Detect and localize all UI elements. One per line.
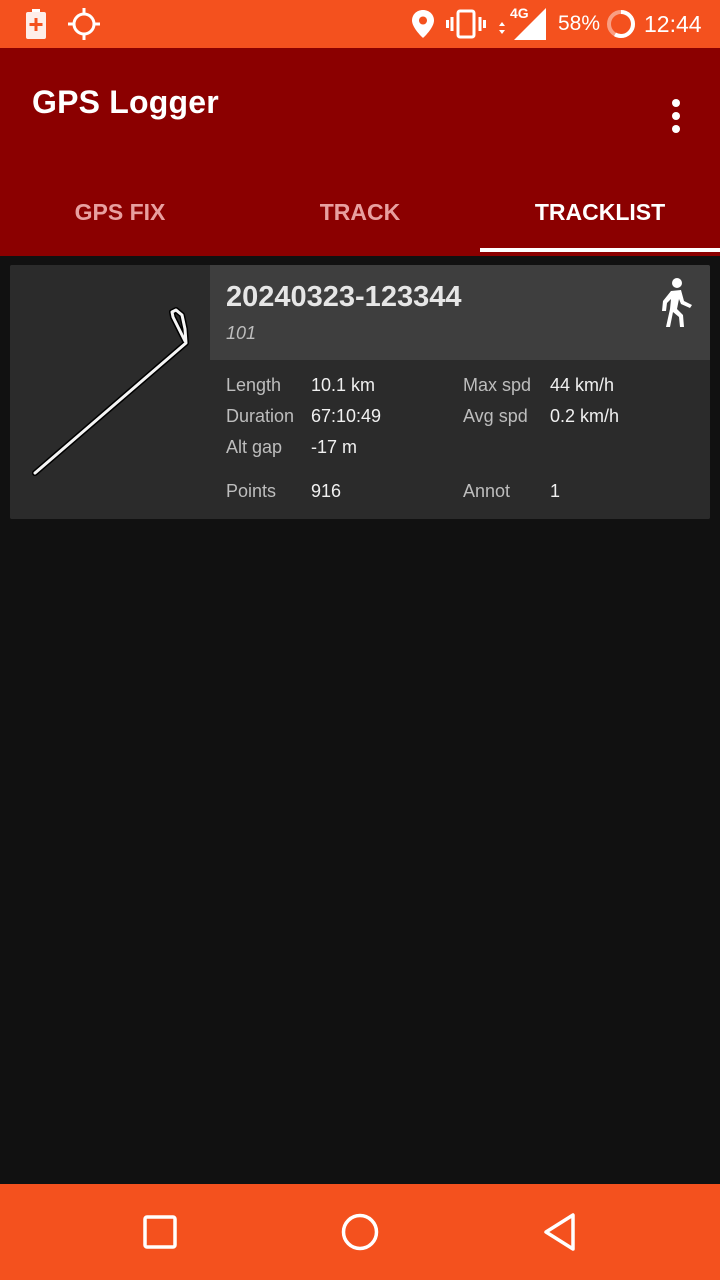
clock: 12:44 bbox=[644, 11, 702, 37]
length-label: Length bbox=[226, 375, 282, 395]
duration-value: 67:10:49 bbox=[311, 406, 382, 426]
annotations-label: Annot bbox=[463, 481, 511, 501]
avg-speed-value: 0.2 km/h bbox=[550, 406, 620, 426]
tab-gps-fix[interactable]: GPS FIX bbox=[0, 168, 240, 256]
battery-ring-icon bbox=[604, 0, 638, 48]
track-thumbnail bbox=[10, 265, 210, 519]
points-label: Points bbox=[226, 481, 277, 501]
gps-fix-icon bbox=[66, 0, 102, 48]
app-title: GPS Logger bbox=[32, 84, 219, 120]
navigation-bar bbox=[0, 1184, 720, 1280]
tab-tracklist[interactable]: TRACKLIST bbox=[480, 168, 720, 256]
track-description: 101 bbox=[226, 323, 257, 343]
length-value: 10.1 km bbox=[311, 375, 376, 395]
annotations-value: 1 bbox=[550, 481, 561, 501]
track-list-item[interactable]: 20240323-123344 101 Length 10.1 km Max s… bbox=[10, 265, 710, 519]
tab-track[interactable]: TRACK bbox=[240, 168, 480, 256]
back-triangle-icon[interactable] bbox=[500, 1184, 620, 1280]
more-vert-icon[interactable] bbox=[652, 84, 700, 148]
points-value: 916 bbox=[311, 481, 342, 501]
max-speed-value: 44 km/h bbox=[550, 375, 615, 395]
battery-percent: 58% bbox=[558, 12, 601, 35]
tab-bar: GPS FIX TRACK TRACKLIST bbox=[0, 168, 720, 256]
home-circle-icon[interactable] bbox=[300, 1184, 420, 1280]
recents-square-icon[interactable] bbox=[100, 1184, 220, 1280]
vibrate-icon bbox=[446, 0, 486, 48]
status-bar: 4G 58% 12:44 bbox=[0, 0, 720, 48]
walking-icon bbox=[650, 277, 698, 329]
network-4g-icon: 4G bbox=[494, 0, 548, 48]
track-name: 20240323-123344 bbox=[226, 281, 462, 313]
track-stats: Length 10.1 km Max spd 44 km/h Duration … bbox=[210, 360, 710, 519]
battery-saver-icon bbox=[22, 0, 50, 48]
network-type-label: 4G bbox=[510, 5, 529, 21]
max-speed-label: Max spd bbox=[463, 375, 532, 395]
active-tab-indicator bbox=[480, 248, 720, 252]
location-icon bbox=[408, 0, 438, 48]
duration-label: Duration bbox=[226, 406, 295, 426]
alt-gap-label: Alt gap bbox=[226, 437, 283, 457]
track-header: 20240323-123344 101 bbox=[210, 265, 710, 360]
alt-gap-value: -17 m bbox=[311, 437, 358, 457]
avg-speed-label: Avg spd bbox=[463, 406, 528, 426]
app-bar: GPS Logger GPS FIX TRACK TRACKLIST bbox=[0, 48, 720, 256]
